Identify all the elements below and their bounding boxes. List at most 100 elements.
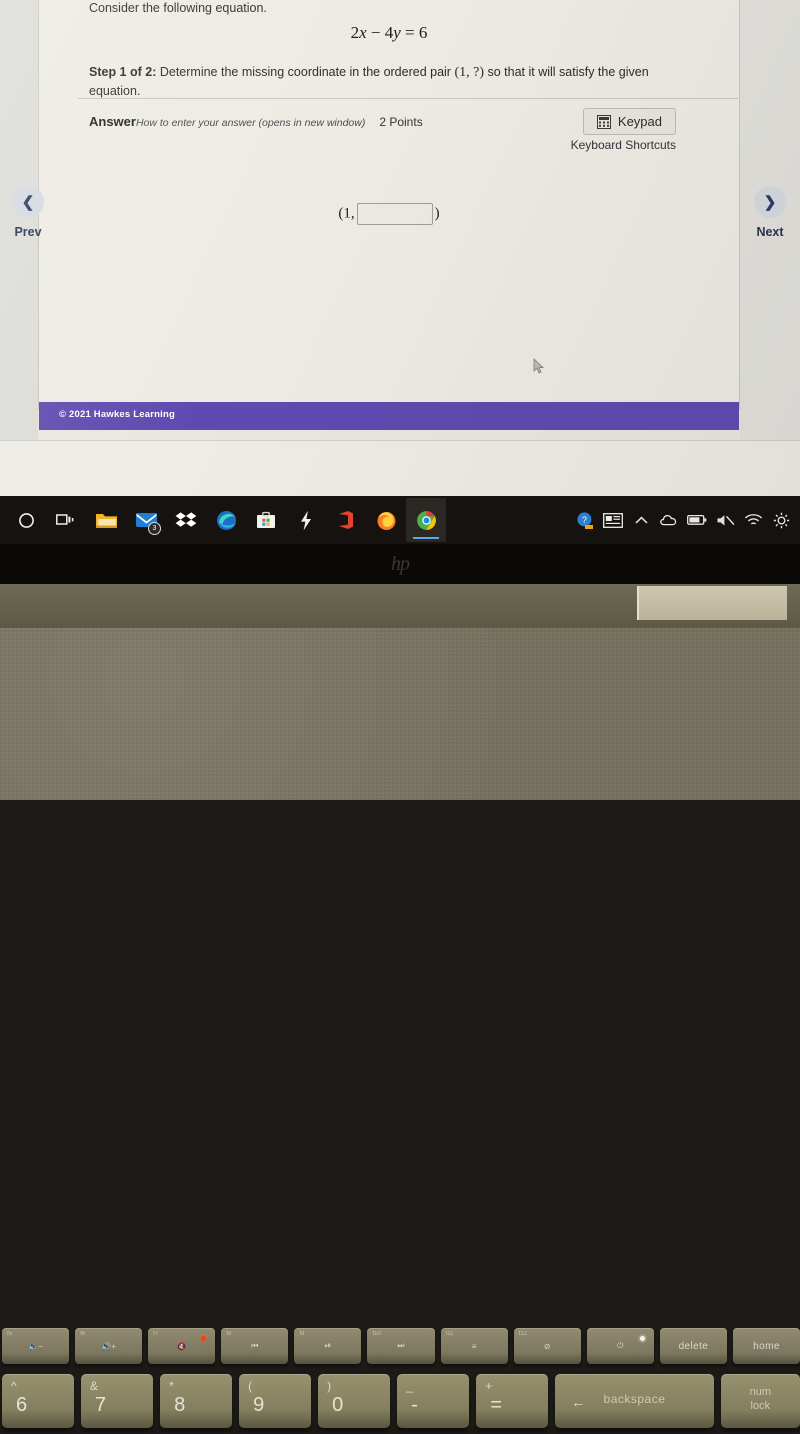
answer-label: Answer (89, 114, 136, 129)
key-7-symbol: & (90, 1379, 99, 1393)
key-f10-next-track[interactable]: f10 ⏭ (367, 1328, 435, 1364)
speaker-muted-icon (716, 513, 735, 528)
taskbar-item-lightning[interactable] (286, 498, 326, 542)
browser-blank-area (0, 440, 800, 496)
next-track-icon: ⏭ (397, 1341, 405, 1350)
laptop-screen: Consider the following equation. 2x − 4y… (0, 0, 800, 496)
keypad-button[interactable]: Keypad (582, 108, 676, 135)
key-f8-number: f8 (226, 1331, 232, 1337)
mute-led-indicator (201, 1336, 207, 1341)
tray-battery[interactable] (684, 498, 710, 542)
chevron-right-icon: ❯ (754, 186, 786, 218)
key-power[interactable]: ⏻ (586, 1328, 654, 1364)
page-gutter-left (0, 0, 38, 496)
taskbar-item-firefox[interactable] (366, 498, 406, 542)
step-instruction: Step 1 of 2: Determine the missing coord… (89, 64, 699, 100)
onedrive-icon (660, 513, 678, 527)
key-home[interactable]: home (732, 1328, 800, 1364)
next-button[interactable]: ❯ Next (742, 186, 798, 239)
key-6-digit: 6 (16, 1394, 28, 1416)
key-f9-play-pause[interactable]: f9 ⏯ (294, 1328, 362, 1364)
taskbar-item-task-view[interactable] (46, 498, 86, 542)
answer-input[interactable] (356, 203, 433, 225)
taskbar-item-store[interactable] (246, 498, 286, 542)
mouse-pointer-icon (533, 358, 545, 374)
key-f11-number: f11 (445, 1331, 454, 1337)
taskbar-item-dropbox[interactable] (166, 498, 206, 542)
number-key-row: ^ 6 & 7 * 8 ( 9 ) 0 _ - + = ← backspace (0, 1374, 800, 1434)
keyboard-shortcuts-link[interactable]: Keyboard Shortcuts (571, 138, 676, 152)
equation-coef-a: 2 (350, 23, 360, 42)
weather-help-icon: ? (576, 511, 595, 530)
mail-badge: 3 (148, 522, 161, 535)
key-f6-volume-up[interactable]: f6 🔊+ (75, 1328, 143, 1364)
points-value: 2 Points (379, 115, 423, 129)
taskbar-item-mail[interactable]: 3 (126, 498, 166, 542)
key-8[interactable]: * 8 (160, 1374, 233, 1428)
power-icon: ⏻ (617, 1341, 624, 1350)
section-divider (78, 98, 738, 99)
key-f12-number: f12 (518, 1331, 527, 1337)
taskbar-item-cortana[interactable] (6, 498, 46, 542)
settings-icon (773, 512, 790, 529)
key-9[interactable]: ( 9 (239, 1374, 312, 1428)
cortana-icon (18, 512, 35, 529)
site-footer-bar: © 2021 Hawkes Learning (39, 402, 739, 430)
key-f5-volume-down[interactable]: f5 🔈− (2, 1328, 70, 1364)
next-button-label: Next (756, 225, 784, 239)
key-delete-label: delete (678, 1340, 709, 1352)
system-tray: ? (572, 498, 800, 542)
tray-speaker-muted[interactable] (712, 498, 738, 542)
key-minus[interactable]: _ - (397, 1374, 470, 1428)
how-to-enter-answer-link[interactable]: How to enter your answer (opens in new w… (136, 117, 365, 129)
taskbar-item-chrome[interactable] (406, 498, 446, 542)
key-num-lock[interactable]: num lock (720, 1374, 800, 1428)
taskbar-app-list: 3 (0, 498, 446, 542)
key-delete[interactable]: delete (659, 1328, 727, 1364)
key-f12-airplane-mode[interactable]: f12 ⊘ (513, 1328, 581, 1364)
taskbar-item-file-explorer[interactable] (86, 498, 126, 542)
key-6[interactable]: ^ 6 (2, 1374, 75, 1428)
key-backspace[interactable]: ← backspace (555, 1374, 714, 1428)
laptop-hinge (637, 586, 787, 620)
tray-onedrive[interactable] (656, 498, 682, 542)
key-7[interactable]: & 7 (81, 1374, 154, 1428)
tray-news[interactable] (600, 498, 626, 542)
windows-taskbar: 3 ? (0, 496, 800, 544)
ordered-pair-open: (1, (338, 205, 355, 222)
tray-show-hidden-icons[interactable] (628, 498, 654, 542)
key-8-symbol: * (169, 1379, 174, 1393)
key-0[interactable]: ) 0 (318, 1374, 391, 1428)
previous-track-icon: ⏮ (251, 1341, 259, 1350)
copyright-text: © 2021 Hawkes Learning (59, 409, 175, 420)
mute-icon: 🔇 (176, 1341, 187, 1351)
step-label: Step 1 of 2: (89, 65, 157, 79)
key-equals[interactable]: + = (476, 1374, 549, 1428)
answer-header: Answer How to enter your answer (opens i… (89, 114, 423, 129)
answer-entry-row: (1,) (39, 203, 739, 225)
key-f9-number: f9 (299, 1331, 305, 1337)
equation: 2x − 4y = 6 (39, 23, 739, 43)
prev-button[interactable]: ❮ Prev (0, 186, 56, 239)
wifi-icon (744, 513, 763, 528)
ordered-pair-close: ) (434, 205, 440, 222)
news-icon (603, 512, 623, 528)
key-equals-digit: = (490, 1394, 502, 1416)
laptop-bezel: hp (0, 544, 800, 584)
key-0-symbol: ) (327, 1379, 332, 1393)
key-f8-previous-track[interactable]: f8 ⏮ (221, 1328, 289, 1364)
taskbar-item-office[interactable] (326, 498, 366, 542)
key-f7-mute[interactable]: f7 🔇 (148, 1328, 216, 1364)
chevron-left-icon: ❮ (12, 186, 44, 218)
chrome-icon (416, 510, 437, 531)
key-num-lock-label: num lock (749, 1386, 772, 1412)
volume-down-icon: 🔈− (28, 1341, 43, 1351)
key-9-symbol: ( (248, 1379, 253, 1393)
tray-weather-help[interactable]: ? (572, 498, 598, 542)
tray-wifi[interactable] (740, 498, 766, 542)
taskbar-item-edge[interactable] (206, 498, 246, 542)
tray-settings[interactable] (768, 498, 794, 542)
lightning-icon (299, 510, 313, 531)
key-f11-keyboard-backlight[interactable]: f11 ≡ (440, 1328, 508, 1364)
key-backspace-label: backspace (603, 1392, 666, 1406)
